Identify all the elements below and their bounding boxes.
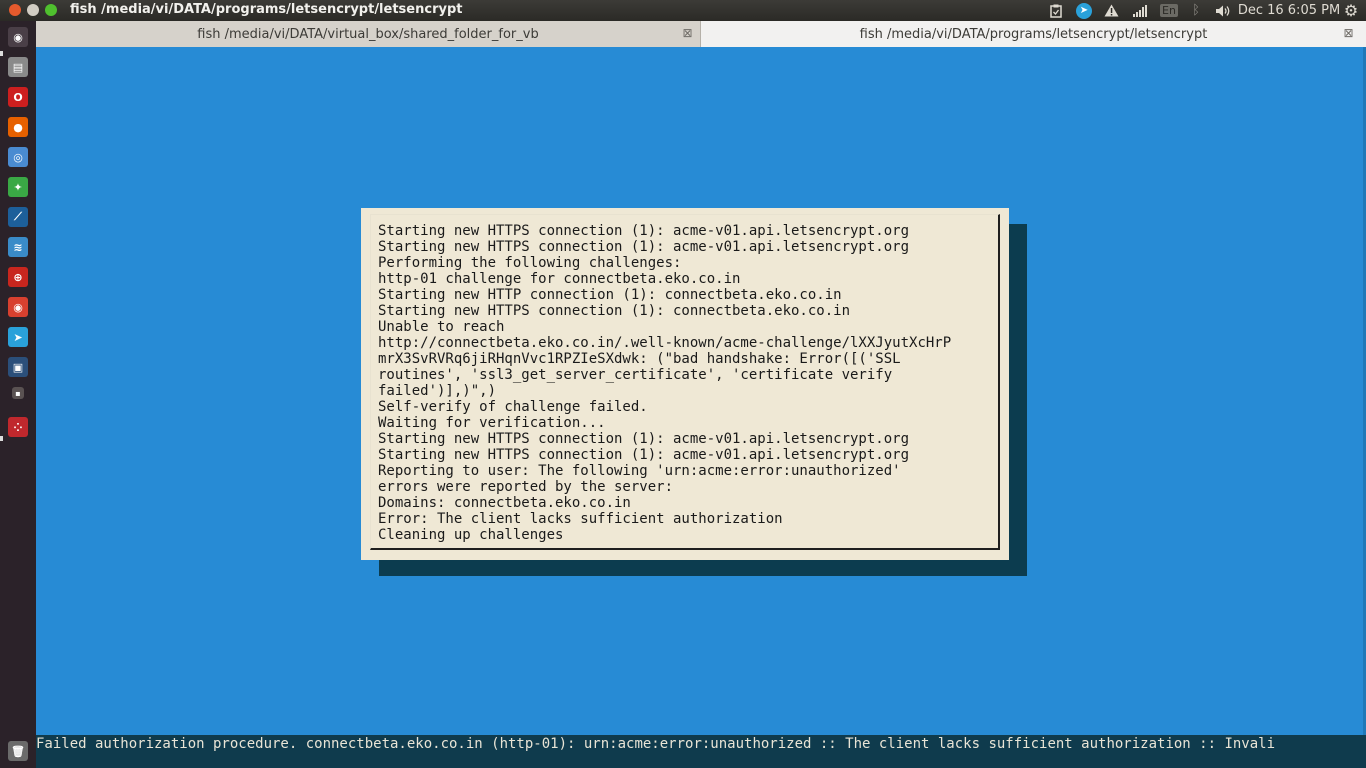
launcher-trash-icon[interactable]: 🗑 [8, 741, 28, 761]
log-line: Starting new HTTPS connection (1): acme-… [378, 447, 910, 463]
language-label: En [1160, 4, 1178, 17]
top-panel: fish /media/vi/DATA/programs/letsencrypt… [0, 0, 1366, 21]
tab-label: fish /media/vi/DATA/programs/letsencrypt… [859, 26, 1208, 42]
launcher-app-red-grid-icon[interactable]: ⁘ [8, 417, 28, 437]
terminal-tab-bar: fish /media/vi/DATA/virtual_box/shared_f… [36, 21, 1366, 48]
log-line: Starting new HTTPS connection (1): acme-… [378, 431, 910, 447]
tab-label: fish /media/vi/DATA/virtual_box/shared_f… [197, 26, 539, 42]
log-line: Starting new HTTPS connection (1): acme-… [378, 239, 910, 255]
launcher-app-green-icon[interactable]: ✦ [8, 177, 28, 197]
log-dialog: Starting new HTTPS connection (1): acme-… [361, 208, 1009, 560]
log-line: Unable to reach [378, 319, 505, 335]
launcher-ssl-vpn-icon[interactable]: ⊕ [8, 267, 28, 287]
launcher-opera-icon[interactable]: O [8, 87, 28, 107]
launcher-chrome-icon[interactable]: ◉ [8, 297, 28, 317]
clipboard-icon[interactable] [1047, 1, 1065, 20]
warning-icon[interactable] [1102, 1, 1120, 20]
close-window-button[interactable] [9, 4, 21, 16]
log-line: mrX3SvRVRq6jiRHqnVvc1RPZIeSXdwk: ("bad h… [378, 351, 901, 367]
keyboard-language-indicator[interactable]: En [1159, 1, 1179, 20]
launcher-running-indicator [0, 51, 3, 56]
launcher-files-icon[interactable]: ▤ [8, 57, 28, 77]
window-title: fish /media/vi/DATA/programs/letsencrypt… [70, 2, 463, 17]
log-lines: Starting new HTTPS connection (1): acme-… [378, 223, 998, 543]
launcher-chromium-icon[interactable]: ◎ [8, 147, 28, 167]
log-line: Starting new HTTPS connection (1): conne… [378, 303, 851, 319]
close-tab-icon[interactable]: ⊠ [681, 27, 694, 40]
minimize-window-button[interactable] [27, 4, 39, 16]
log-line: errors were reported by the server: [378, 479, 674, 495]
launcher-firefox-icon[interactable]: ● [8, 117, 28, 137]
log-line: http-01 challenge for connectbeta.eko.co… [378, 271, 741, 287]
terminal-area[interactable]: Starting new HTTPS connection (1): acme-… [36, 47, 1366, 768]
status-message: Failed authorization procedure. connectb… [36, 736, 1276, 752]
log-line: Starting new HTTP connection (1): connec… [378, 287, 842, 303]
log-line: Performing the following challenges: [378, 255, 682, 271]
gear-icon[interactable]: ⚙ [1340, 1, 1362, 20]
volume-icon[interactable] [1214, 1, 1234, 20]
close-tab-icon[interactable]: ⊠ [1342, 27, 1355, 40]
log-line: Reporting to user: The following 'urn:ac… [378, 463, 901, 479]
tab-shared-folder[interactable]: fish /media/vi/DATA/virtual_box/shared_f… [36, 21, 701, 47]
launcher: ◉ ▤ O ● ◎ ✦ ⟋ ≋ ⊕ ◉ ➤ ▣ ▪ ⁘ 🗑 [0, 21, 37, 768]
log-line: Error: The client lacks sufficient autho… [378, 511, 783, 527]
launcher-dash-home-icon[interactable]: ◉ [8, 27, 28, 47]
maximize-window-button[interactable] [45, 4, 57, 16]
log-line: Cleaning up challenges [378, 527, 564, 543]
log-line: Self-verify of challenge failed. [378, 399, 648, 415]
log-line: http://connectbeta.eko.co.in/.well-known… [378, 335, 952, 351]
log-line: failed')],)",) [378, 383, 497, 399]
clock[interactable]: Dec 16 6:05 PM [1238, 1, 1340, 20]
launcher-app-wireshark-icon[interactable]: ⟋ [8, 207, 28, 227]
log-line: Domains: connectbeta.eko.co.in [378, 495, 631, 511]
launcher-running-indicator [0, 436, 3, 441]
log-line: routines', 'ssl3_get_server_certificate'… [378, 367, 893, 383]
network-signal-icon[interactable] [1131, 1, 1149, 20]
launcher-small-app-icon[interactable]: ▪ [12, 387, 24, 399]
log-line: Waiting for verification... [378, 415, 606, 431]
telegram-icon[interactable]: ➤ [1074, 1, 1094, 20]
launcher-telegram-icon[interactable]: ➤ [8, 327, 28, 347]
log-line: Starting new HTTPS connection (1): acme-… [378, 223, 910, 239]
bluetooth-icon[interactable]: ᛒ [1187, 1, 1205, 20]
launcher-virtualbox-terminal-icon[interactable]: ▣ [8, 357, 28, 377]
launcher-system-monitor-icon[interactable]: ≋ [8, 237, 28, 257]
tab-letsencrypt[interactable]: fish /media/vi/DATA/programs/letsencrypt… [701, 21, 1366, 47]
